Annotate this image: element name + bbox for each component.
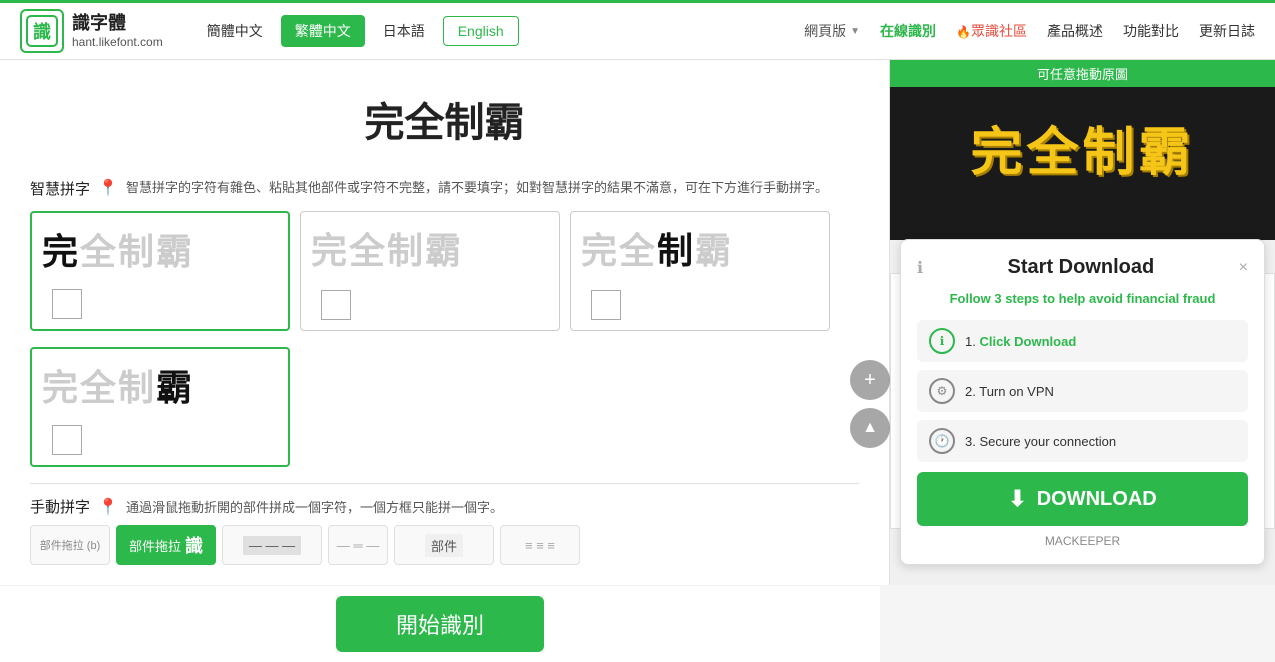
part-card-3[interactable]: — ═ — [328, 525, 388, 565]
click-download-link[interactable]: Click Download [979, 334, 1076, 349]
pinyin-card-3[interactable]: 完全制霸 [570, 211, 830, 331]
download-popup: ℹ Start Download × Follow 3 steps to hel… [900, 239, 1265, 565]
part-card-label: 部件拖拉 (b) [30, 525, 110, 565]
part-card-5[interactable]: ≡ ≡ ≡ [500, 525, 580, 565]
logo-text: 識字體 hant.likefont.com [72, 13, 163, 49]
start-recognize-button[interactable]: 開始識別 [336, 596, 544, 652]
ad-banner-top: 可任意拖動原圖 [890, 60, 1275, 87]
right-sidebar: 可任意拖動原圖 完全制霸 文字 動圖 視頻 拼 字 ‹ 拼 › 中 [890, 60, 1275, 585]
step-1-icon: ℹ [929, 328, 955, 354]
smart-pinyin-section: 智慧拼字 📍 智慧拼字的字符有雜色、粘貼其他部件或字符不完整，請不要填字；如對智… [30, 178, 859, 199]
content-area: 完全制霸 智慧拼字 📍 智慧拼字的字符有雜色、粘貼其他部件或字符不完整，請不要填… [0, 60, 1275, 585]
lang-japanese[interactable]: 日本語 [369, 15, 439, 47]
section-divider [30, 483, 859, 484]
hint-icon: 📍 [98, 178, 118, 198]
step-1-text: 1. Click Download [965, 334, 1076, 349]
logo-icon: 識 [20, 9, 64, 53]
pinyin-card-1[interactable]: 完全制霸 [30, 211, 290, 331]
pinyin-checkbox-4[interactable] [52, 425, 82, 455]
start-btn-container: 開始識別 [0, 585, 880, 662]
ad-banner: 可任意拖動原圖 完全制霸 [890, 60, 1275, 240]
step-3-text: 3. Secure your connection [965, 434, 1116, 449]
step-2-text: 2. Turn on VPN [965, 384, 1054, 399]
float-up-btn[interactable]: ▲ [850, 408, 890, 448]
ad-banner-main: 完全制霸 [890, 87, 1275, 207]
download-button[interactable]: ⬇ DOWNLOAD [917, 472, 1248, 526]
mackeeper-brand: MACKEEPER [917, 534, 1248, 548]
pinyin-text-3: 完全制霸 [581, 222, 819, 274]
pinyin-checkbox-1[interactable] [52, 289, 82, 319]
part-card-active[interactable]: 部件拖拉 識 [116, 525, 216, 565]
manual-pinyin-label: 手動拼字 [30, 496, 90, 517]
pinyin-checkbox-2[interactable] [321, 290, 351, 320]
dropdown-arrow-icon: ▼ [850, 26, 860, 37]
main-wrapper: 完全制霸 智慧拼字 📍 智慧拼字的字符有雜色、粘貼其他部件或字符不完整，請不要填… [0, 60, 1275, 662]
download-btn-label: DOWNLOAD [1037, 488, 1157, 511]
pinyin-checkbox-3[interactable] [591, 290, 621, 320]
popup-step-2: ⚙ 2. Turn on VPN [917, 370, 1248, 412]
float-add-btn[interactable]: + [850, 360, 890, 400]
lang-english[interactable]: English [443, 16, 519, 46]
popup-header: ℹ Start Download × [917, 256, 1248, 279]
popup-step-3: 🕐 3. Secure your connection [917, 420, 1248, 462]
nav-updates[interactable]: 更新日誌 [1199, 21, 1255, 41]
pinyin-card-2[interactable]: 完全制霸 [300, 211, 560, 331]
popup-subtitle: Follow 3 steps to help avoid financial f… [917, 291, 1248, 306]
part-card-4[interactable]: 部件 [394, 525, 494, 565]
manual-pinyin-section: 手動拼字 📍 通過滑鼠拖動折開的部件拼成一個字符，一個方框只能拼一個字。 [30, 496, 859, 517]
header-right: 網頁版 ▼ 在線識別 眾識社區 產品概述 功能對比 更新日誌 [804, 21, 1255, 41]
header: 識 識字體 hant.likefont.com 簡體中文 繁體中文 日本語 En… [0, 0, 1275, 60]
step-3-icon: 🕐 [929, 428, 955, 454]
popup-close-btn[interactable]: × [1239, 259, 1248, 277]
ad-big-text: 完全制霸 [970, 110, 1194, 185]
step-2-icon: ⚙ [929, 378, 955, 404]
lang-traditional[interactable]: 繁體中文 [281, 15, 365, 47]
nav-online-recognize[interactable]: 在線識別 [880, 21, 936, 41]
nav-product[interactable]: 產品概述 [1047, 21, 1103, 41]
part-card-2[interactable]: — — — [222, 525, 322, 565]
pinyin-text-2: 完全制霸 [311, 222, 549, 274]
pinyin-card-row2: 完全制霸 [30, 347, 859, 467]
smart-pinyin-label: 智慧拼字 [30, 178, 90, 199]
pinyin-text-4: 完全制霸 [42, 359, 278, 411]
smart-pinyin-grid: 完全制霸 完全制霸 完全制霸 [30, 211, 859, 331]
page-title: 完全制霸 [30, 80, 859, 158]
web-version-selector[interactable]: 網頁版 ▼ [804, 21, 860, 41]
nav-compare[interactable]: 功能對比 [1123, 21, 1179, 41]
manual-pinyin-hint: 通過滑鼠拖動折開的部件拼成一個字符，一個方框只能拼一個字。 [126, 497, 503, 516]
popup-title: Start Download [923, 256, 1239, 279]
logo: 識 識字體 hant.likefont.com [20, 9, 163, 53]
smart-pinyin-hint: 智慧拼字的字符有雜色、粘貼其他部件或字符不完整，請不要填字；如對智慧拼字的結果不… [126, 178, 828, 199]
pinyin-card-4[interactable]: 完全制霸 [30, 347, 290, 467]
popup-step-1: ℹ 1. Click Download [917, 320, 1248, 362]
nav-langs: 簡體中文 繁體中文 日本語 English [193, 15, 519, 47]
manual-parts-row: 部件拖拉 (b) 部件拖拉 識 — — — — ═ — 部件 ≡ ≡ ≡ [30, 525, 859, 565]
lang-simplified[interactable]: 簡體中文 [193, 15, 277, 47]
pinyin-text-1: 完全制霸 [42, 223, 278, 275]
manual-hint-icon: 📍 [98, 497, 118, 517]
nav-community[interactable]: 眾識社區 [956, 21, 1027, 41]
float-btns: + ▲ [850, 360, 890, 448]
left-content: 完全制霸 智慧拼字 📍 智慧拼字的字符有雜色、粘貼其他部件或字符不完整，請不要填… [0, 60, 890, 585]
svg-text:識: 識 [33, 21, 51, 42]
download-icon: ⬇ [1008, 486, 1026, 512]
